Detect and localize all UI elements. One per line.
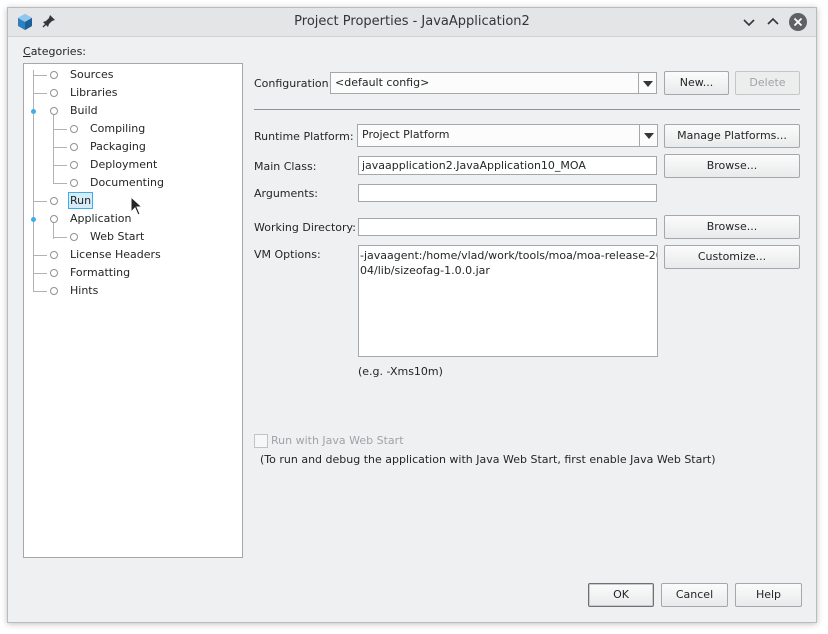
tree-line [53,147,67,148]
tree-line [33,70,34,292]
tree-line [33,255,47,256]
category-packaging[interactable]: Packaging [90,140,146,153]
title-bar[interactable]: Project Properties - JavaApplication2 [8,8,816,37]
vm-options-hint: (e.g. -Xms10m) [358,365,443,378]
browse-working-directory-button[interactable]: Browse... [664,215,800,239]
run-web-start-checkbox[interactable] [254,434,268,448]
vm-options-label: VM Options: [254,248,321,261]
maximize-icon[interactable] [764,13,782,31]
configuration-combo[interactable]: <default config> [330,72,657,94]
new-config-button[interactable]: New... [664,71,729,95]
browse-main-class-button[interactable]: Browse... [664,154,800,178]
tree-line [33,93,47,94]
manage-platforms-button[interactable]: Manage Platforms... [664,124,800,148]
runtime-platform-label: Runtime Platform: [254,130,354,143]
window-title: Project Properties - JavaApplication2 [294,14,530,29]
chevron-down-icon[interactable] [638,73,656,93]
node-bullet-icon [50,197,58,205]
category-hints[interactable]: Hints [70,284,98,297]
tree-line [33,291,47,292]
category-libraries[interactable]: Libraries [70,86,118,99]
configuration-label: Configuration: [254,77,333,90]
node-bullet-icon [70,161,78,169]
runtime-platform-combo[interactable]: Project Platform [357,124,658,147]
arguments-field[interactable] [358,184,657,202]
categories-label: Categories: [23,45,87,58]
category-run[interactable]: Run [68,192,94,209]
help-button[interactable]: Help [735,583,802,607]
project-properties-dialog: Project Properties - JavaApplication2 Ca… [7,7,817,623]
delete-config-button[interactable]: Delete [735,71,800,95]
tree-line [53,113,54,184]
separator [254,109,800,110]
configuration-value: <default config> [335,76,430,89]
node-bullet-icon [50,287,58,295]
node-bullet-icon [50,107,58,115]
category-web-start[interactable]: Web Start [90,230,144,243]
tree-line [53,183,67,184]
category-application[interactable]: Application [70,212,131,225]
category-build[interactable]: Build [70,104,98,117]
mouse-cursor-icon [130,196,144,216]
tree-line [33,273,47,274]
tree-line [33,75,47,76]
vm-options-textarea[interactable]: -javaagent:/home/vlad/work/tools/moa/moa… [358,245,658,357]
tree-line [53,165,67,166]
node-bullet-icon [50,215,58,223]
node-bullet-icon [50,269,58,277]
node-bullet-icon [50,71,58,79]
runtime-platform-value: Project Platform [362,128,450,141]
build-expander-icon[interactable] [31,109,36,114]
application-expander-icon[interactable] [31,217,36,222]
cancel-button[interactable]: Cancel [661,583,728,607]
category-deployment[interactable]: Deployment [90,158,157,171]
tree-line [53,237,67,238]
category-formatting[interactable]: Formatting [70,266,130,279]
node-bullet-icon [50,251,58,259]
category-sources[interactable]: Sources [70,68,114,81]
chevron-down-icon[interactable] [639,125,657,146]
node-bullet-icon [70,179,78,187]
main-class-field[interactable]: javaapplication2.JavaApplication10_MOA [358,156,657,175]
categories-tree[interactable]: Sources Libraries Build Compiling Packag… [23,63,243,558]
node-bullet-icon [70,233,78,241]
working-directory-field[interactable] [358,218,657,236]
run-web-start-label[interactable]: Run with Java Web Start [271,434,404,447]
category-compiling[interactable]: Compiling [90,122,145,135]
customize-vm-options-button[interactable]: Customize... [664,245,800,269]
web-start-note: (To run and debug the application with J… [260,453,716,466]
category-documenting[interactable]: Documenting [90,176,164,189]
arguments-label: Arguments: [254,187,319,200]
category-license-headers[interactable]: License Headers [70,248,161,261]
tree-line [53,129,67,130]
working-directory-label: Working Directory: [254,221,356,234]
node-bullet-icon [70,143,78,151]
node-bullet-icon [50,89,58,97]
ok-button[interactable]: OK [588,583,654,607]
node-bullet-icon [70,125,78,133]
tree-line [33,201,47,202]
minimize-icon[interactable] [740,13,758,31]
main-class-label: Main Class: [254,160,317,173]
close-icon[interactable] [789,13,807,31]
